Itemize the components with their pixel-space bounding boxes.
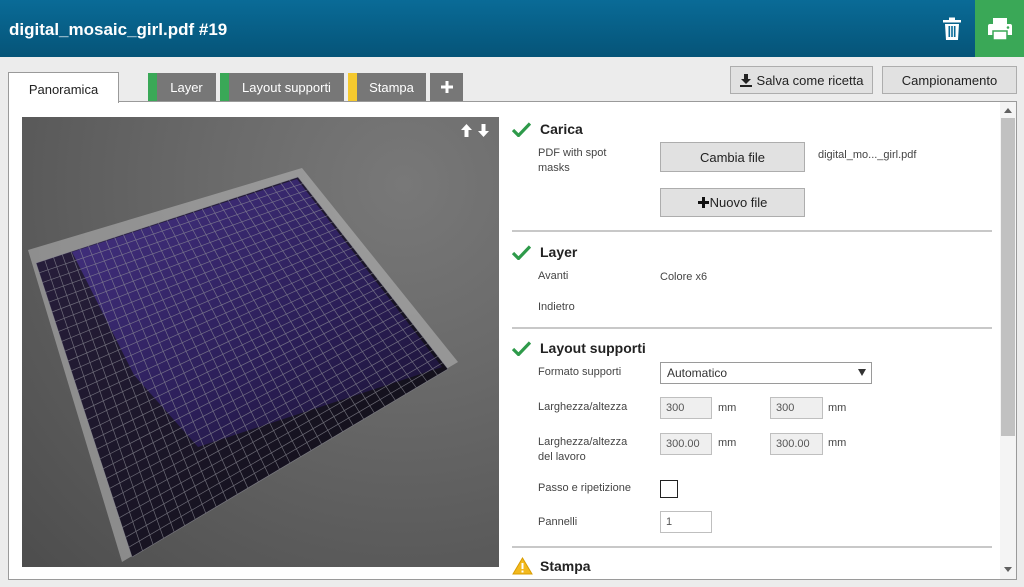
status-stripe <box>348 73 357 101</box>
sampling-button[interactable]: Campionamento <box>882 66 1017 94</box>
section-layer-header: Layer <box>512 242 577 262</box>
job-size-label: Larghezza/altezza del lavoro <box>538 436 628 463</box>
reorder-controls <box>459 123 490 137</box>
mosaic-preview <box>28 168 458 562</box>
delete-button[interactable] <box>928 0 975 57</box>
section-stampa-header: Stampa <box>512 556 591 576</box>
check-icon <box>512 244 531 260</box>
document-title: digital_mosaic_girl.pdf #19 <box>9 20 228 39</box>
sampling-label: Campionamento <box>901 72 998 88</box>
warning-icon <box>512 557 533 575</box>
scrollbar-thumb[interactable] <box>1001 118 1015 436</box>
new-file-button[interactable]: Nuovo file <box>660 188 805 217</box>
printer-icon <box>987 17 1012 41</box>
add-tab-button[interactable] <box>430 73 463 101</box>
save-recipe-label: Salva come ricetta <box>756 72 864 88</box>
arrow-down-icon <box>477 123 489 137</box>
job-height-input[interactable]: 300.00 <box>770 433 823 455</box>
status-stripe <box>220 73 229 101</box>
check-icon <box>512 121 531 137</box>
job-width-input[interactable]: 300.00 <box>660 433 712 455</box>
print-button[interactable] <box>975 0 1024 57</box>
section-title: Stampa <box>540 558 591 574</box>
app-header: digital_mosaic_girl.pdf #19 <box>0 0 1024 57</box>
file-type-label: PDF with spot masks <box>538 147 607 174</box>
tab-label: Layer <box>170 79 203 95</box>
tab-label: Panoramica <box>28 81 99 97</box>
media-size-label: Larghezza/altezza <box>538 401 628 413</box>
front-layer-value: Colore x6 <box>660 271 708 283</box>
section-title: Layer <box>540 244 578 260</box>
section-title: Layout supporti <box>540 340 646 356</box>
save-recipe-button[interactable]: Salva come ricetta <box>730 66 873 94</box>
scroll-down-icon[interactable] <box>1004 567 1012 572</box>
download-icon <box>739 73 752 87</box>
section-title: Carica <box>540 121 583 137</box>
tab-panoramica[interactable]: Panoramica <box>8 72 119 103</box>
new-file-label: Nuovo file <box>709 195 768 210</box>
section-carica-header: Carica <box>512 119 583 139</box>
unit-label: mm <box>718 437 737 449</box>
section-divider <box>512 546 992 548</box>
plus-icon <box>697 197 709 208</box>
tab-label: Layout supporti <box>242 79 331 95</box>
arrow-up-icon <box>460 123 472 137</box>
media-format-select[interactable]: Automatico <box>660 362 872 384</box>
media-format-value: Automatico <box>667 366 728 380</box>
unit-label: mm <box>828 402 847 414</box>
change-file-button[interactable]: Cambia file <box>660 142 805 172</box>
settings-column: Carica PDF with spot masks Cambia file d… <box>512 102 997 579</box>
panels-input[interactable]: 1 <box>660 511 712 533</box>
step-repeat-label: Passo e ripetizione <box>538 482 631 494</box>
tab-layer[interactable]: Layer <box>148 73 216 101</box>
trash-icon <box>942 17 961 40</box>
scroll-up-icon[interactable] <box>1004 108 1012 113</box>
chevron-down-icon <box>858 369 866 376</box>
section-divider <box>512 230 992 232</box>
plus-icon <box>440 81 453 93</box>
section-divider <box>512 327 992 329</box>
overview-panel: Carica PDF with spot masks Cambia file d… <box>8 101 1017 580</box>
unit-label: mm <box>718 402 737 414</box>
tab-layout-supporti[interactable]: Layout supporti <box>220 73 344 101</box>
media-width-input[interactable]: 300 <box>660 397 712 419</box>
section-layout-header: Layout supporti <box>512 338 646 358</box>
front-layer-label: Avanti <box>538 270 569 282</box>
back-layer-label: Indietro <box>538 301 575 313</box>
move-up-button[interactable] <box>459 123 473 137</box>
tab-label: Stampa <box>369 79 414 95</box>
preview-viewport[interactable] <box>22 117 499 567</box>
step-repeat-checkbox[interactable] <box>660 480 678 498</box>
settings-scrollbar[interactable] <box>1000 102 1016 579</box>
media-format-label: Formato supporti <box>538 366 622 378</box>
check-icon <box>512 340 531 356</box>
unit-label: mm <box>828 437 847 449</box>
change-file-label: Cambia file <box>699 149 766 165</box>
move-down-button[interactable] <box>476 123 490 137</box>
status-stripe <box>148 73 157 101</box>
tab-stampa[interactable]: Stampa <box>348 73 426 101</box>
file-name: digital_mo..._girl.pdf <box>818 149 917 161</box>
panels-label: Pannelli <box>538 516 578 528</box>
media-height-input[interactable]: 300 <box>770 397 823 419</box>
